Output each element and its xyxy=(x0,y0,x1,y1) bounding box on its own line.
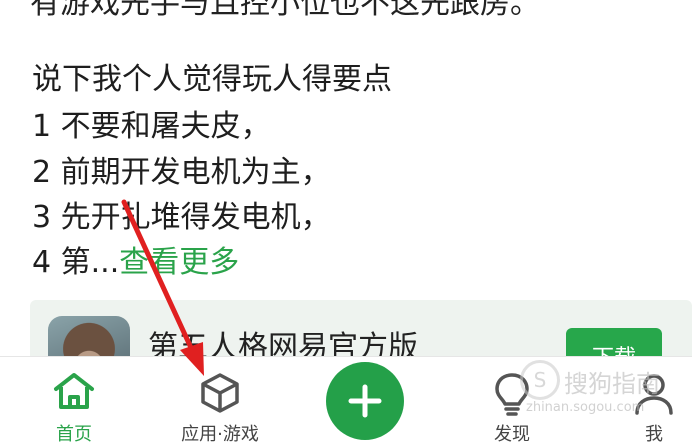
tab-label: 我 xyxy=(645,424,663,445)
tab-label: 应用·游戏 xyxy=(181,424,259,445)
post-line: 3 先开扎堆得发电机， xyxy=(32,200,331,235)
plus-icon xyxy=(348,384,382,418)
post-truncated-text: 4 第... xyxy=(32,245,120,280)
post-line: 1 不要和屠夫皮， xyxy=(32,109,271,144)
post-last-line: 4 第...查看更多 xyxy=(32,241,239,285)
add-button[interactable] xyxy=(326,362,404,440)
post-cut-line: 有游戏先手与且控小位也不这先跟房。 xyxy=(30,0,540,21)
tab-discover[interactable]: 发现 xyxy=(462,357,562,446)
app-icon xyxy=(48,316,130,360)
post-line: 2 前期开发电机为主， xyxy=(32,155,331,190)
tab-label: 首页 xyxy=(56,424,92,445)
see-more-link[interactable]: 查看更多 xyxy=(119,245,239,280)
lightbulb-icon xyxy=(495,373,529,416)
box-icon xyxy=(201,373,239,413)
post-line: 说下我个人觉得玩人得要点 xyxy=(32,62,392,97)
post-content: 有游戏先手与且控小位也不这先跟房。 说下我个人觉得玩人得要点 1 不要和屠夫皮，… xyxy=(0,0,692,360)
app-name: 第五人格网易官方版 xyxy=(148,330,418,360)
tab-me[interactable]: 我 xyxy=(616,357,692,446)
tab-label: 发现 xyxy=(494,424,530,445)
user-icon xyxy=(635,374,673,415)
tab-apps-games[interactable]: 应用·游戏 xyxy=(160,357,280,446)
home-icon xyxy=(54,373,94,409)
tab-home[interactable]: 首页 xyxy=(22,357,126,446)
app-card[interactable]: 第五人格网易官方版 下载 xyxy=(30,300,692,360)
